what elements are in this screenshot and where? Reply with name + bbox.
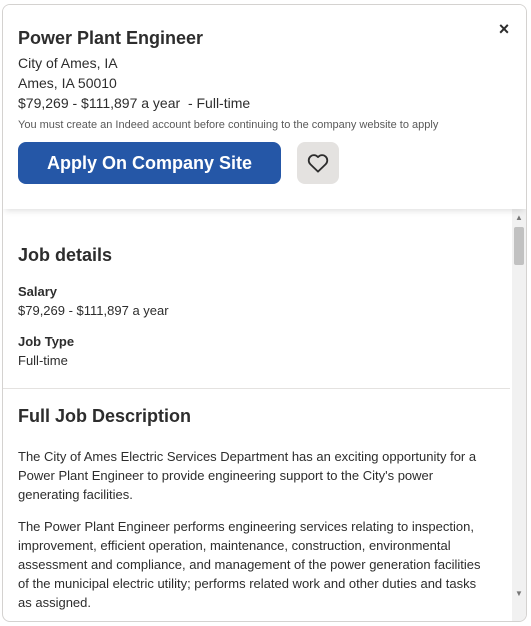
heart-icon xyxy=(307,154,329,173)
description-paragraph: The City of Ames Electric Services Depar… xyxy=(18,449,477,502)
job-details-heading: Job details xyxy=(18,245,113,265)
full-description-heading: Full Job Description xyxy=(18,406,192,426)
description-paragraph: The Power Plant Engineer performs engine… xyxy=(18,519,481,610)
scrollbar-thumb[interactable] xyxy=(514,227,524,265)
job-body[interactable]: Job details Salary $79,269 - $111,897 a … xyxy=(3,209,526,621)
account-notice: You must create an Indeed account before… xyxy=(18,119,439,131)
scroll-up-arrow[interactable]: ▲ xyxy=(512,211,526,225)
close-icon[interactable]: × xyxy=(494,19,514,39)
company-name: City of Ames, IA xyxy=(18,55,118,71)
save-job-button[interactable] xyxy=(297,142,339,184)
scroll-down-arrow[interactable]: ▼ xyxy=(512,587,526,601)
section-divider xyxy=(3,388,510,389)
job-type-value: Full-time xyxy=(18,353,68,368)
apply-button-label: Apply On Company Site xyxy=(46,152,253,173)
apply-on-company-site-button[interactable]: Apply On Company Site xyxy=(18,142,281,184)
job-type-label: Job Type xyxy=(18,334,75,349)
salary-value: $79,269 - $111,897 a year xyxy=(18,303,169,318)
job-location: Ames, IA 50010 xyxy=(18,75,117,91)
job-header: × Power Plant Engineer City of Ames, IA … xyxy=(3,5,526,209)
scrollbar[interactable]: ▲ ▼ xyxy=(512,209,526,621)
salary-summary: $79,269 - $111,897 a year - Full-time xyxy=(18,95,251,111)
job-detail-panel: × Power Plant Engineer City of Ames, IA … xyxy=(2,4,527,622)
job-title: Power Plant Engineer xyxy=(18,28,204,48)
salary-label: Salary xyxy=(18,284,58,299)
